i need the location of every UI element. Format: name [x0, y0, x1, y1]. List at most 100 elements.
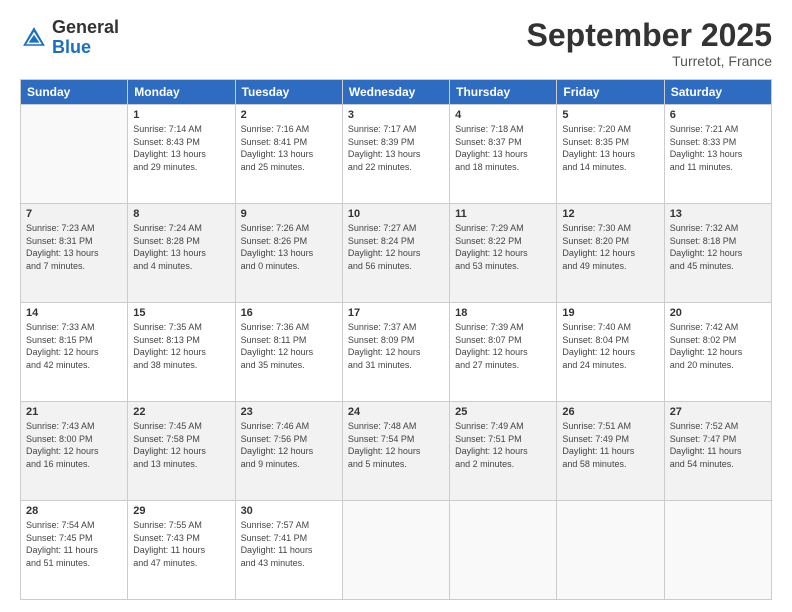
- day-number: 15: [133, 307, 229, 319]
- day-number: 20: [670, 307, 766, 319]
- day-number: 4: [455, 109, 551, 121]
- day-number: 9: [241, 208, 337, 220]
- day-info: Sunrise: 7:17 AM Sunset: 8:39 PM Dayligh…: [348, 123, 444, 173]
- day-info: Sunrise: 7:48 AM Sunset: 7:54 PM Dayligh…: [348, 420, 444, 470]
- day-info: Sunrise: 7:51 AM Sunset: 7:49 PM Dayligh…: [562, 420, 658, 470]
- day-info: Sunrise: 7:20 AM Sunset: 8:35 PM Dayligh…: [562, 123, 658, 173]
- logo-icon: [20, 24, 48, 52]
- day-info: Sunrise: 7:14 AM Sunset: 8:43 PM Dayligh…: [133, 123, 229, 173]
- day-cell: 4Sunrise: 7:18 AM Sunset: 8:37 PM Daylig…: [450, 105, 557, 204]
- logo-blue-text: Blue: [52, 37, 91, 57]
- week-row-3: 14 Sunrise: 7:33 AM Sunset: 8:15 PM Dayli…: [21, 303, 772, 402]
- day-cell: 12 Sunrise: 7:30 AM Sunset: 8:20 PM Dayli…: [557, 204, 664, 303]
- day-number: 29: [133, 505, 229, 517]
- day-number: 6: [670, 109, 766, 121]
- logo-general-text: General: [52, 17, 119, 37]
- day-cell: 22 Sunrise: 7:45 AM Sunset: 7:58 PM Dayli…: [128, 402, 235, 501]
- day-cell: 6 Sunrise: 7:21 AM Sunset: 8:33 PM Daylig…: [664, 105, 771, 204]
- day-number: 19: [562, 307, 658, 319]
- day-info: Sunrise: 7:52 AM Sunset: 7:47 PM Dayligh…: [670, 420, 766, 470]
- col-header-wednesday: Wednesday: [342, 80, 449, 105]
- week-row-2: 7 Sunrise: 7:23 AM Sunset: 8:31 PM Daylig…: [21, 204, 772, 303]
- day-cell: 7 Sunrise: 7:23 AM Sunset: 8:31 PM Daylig…: [21, 204, 128, 303]
- calendar-table: SundayMondayTuesdayWednesdayThursdayFrid…: [20, 79, 772, 600]
- day-info: Sunrise: 7:27 AM Sunset: 8:24 PM Dayligh…: [348, 222, 444, 272]
- day-number: 26: [562, 406, 658, 418]
- day-number: 23: [241, 406, 337, 418]
- day-info: Sunrise: 7:16 AM Sunset: 8:41 PM Dayligh…: [241, 123, 337, 173]
- col-header-tuesday: Tuesday: [235, 80, 342, 105]
- col-header-sunday: Sunday: [21, 80, 128, 105]
- day-cell: 1 Sunrise: 7:14 AM Sunset: 8:43 PM Daylig…: [128, 105, 235, 204]
- day-number: 5: [562, 109, 658, 121]
- day-cell: 20 Sunrise: 7:42 AM Sunset: 8:02 PM Dayli…: [664, 303, 771, 402]
- day-info: Sunrise: 7:33 AM Sunset: 8:15 PM Dayligh…: [26, 321, 122, 371]
- page: General Blue September 2025 Turretot, Fr…: [0, 0, 792, 612]
- day-number: 24: [348, 406, 444, 418]
- day-info: Sunrise: 7:30 AM Sunset: 8:20 PM Dayligh…: [562, 222, 658, 272]
- day-info: Sunrise: 7:21 AM Sunset: 8:33 PM Dayligh…: [670, 123, 766, 173]
- day-cell: 15 Sunrise: 7:35 AM Sunset: 8:13 PM Dayli…: [128, 303, 235, 402]
- location-subtitle: Turretot, France: [527, 53, 772, 69]
- day-cell: 24 Sunrise: 7:48 AM Sunset: 7:54 PM Dayli…: [342, 402, 449, 501]
- day-info: Sunrise: 7:24 AM Sunset: 8:28 PM Dayligh…: [133, 222, 229, 272]
- day-info: Sunrise: 7:23 AM Sunset: 8:31 PM Dayligh…: [26, 222, 122, 272]
- day-info: Sunrise: 7:54 AM Sunset: 7:45 PM Dayligh…: [26, 519, 122, 569]
- header: General Blue September 2025 Turretot, Fr…: [20, 18, 772, 69]
- day-cell: 9 Sunrise: 7:26 AM Sunset: 8:26 PM Daylig…: [235, 204, 342, 303]
- day-number: 1: [133, 109, 229, 121]
- title-block: September 2025 Turretot, France: [527, 18, 772, 69]
- col-header-thursday: Thursday: [450, 80, 557, 105]
- week-row-4: 21Sunrise: 7:43 AM Sunset: 8:00 PM Dayli…: [21, 402, 772, 501]
- day-cell: [21, 105, 128, 204]
- day-cell: 11Sunrise: 7:29 AM Sunset: 8:22 PM Dayli…: [450, 204, 557, 303]
- day-cell: 19 Sunrise: 7:40 AM Sunset: 8:04 PM Dayli…: [557, 303, 664, 402]
- day-number: 25: [455, 406, 551, 418]
- day-number: 11: [455, 208, 551, 220]
- day-number: 28: [26, 505, 122, 517]
- day-cell: 8Sunrise: 7:24 AM Sunset: 8:28 PM Daylig…: [128, 204, 235, 303]
- week-row-1: 1 Sunrise: 7:14 AM Sunset: 8:43 PM Daylig…: [21, 105, 772, 204]
- day-cell: 2 Sunrise: 7:16 AM Sunset: 8:41 PM Daylig…: [235, 105, 342, 204]
- logo-text: General Blue: [52, 18, 119, 58]
- day-cell: [342, 501, 449, 600]
- day-cell: 28 Sunrise: 7:54 AM Sunset: 7:45 PM Dayli…: [21, 501, 128, 600]
- day-cell: 27Sunrise: 7:52 AM Sunset: 7:47 PM Dayli…: [664, 402, 771, 501]
- day-cell: 30Sunrise: 7:57 AM Sunset: 7:41 PM Dayli…: [235, 501, 342, 600]
- day-cell: 21Sunrise: 7:43 AM Sunset: 8:00 PM Dayli…: [21, 402, 128, 501]
- day-info: Sunrise: 7:49 AM Sunset: 7:51 PM Dayligh…: [455, 420, 551, 470]
- day-number: 30: [241, 505, 337, 517]
- day-cell: [450, 501, 557, 600]
- week-row-5: 28 Sunrise: 7:54 AM Sunset: 7:45 PM Dayli…: [21, 501, 772, 600]
- day-number: 18: [455, 307, 551, 319]
- day-cell: 13 Sunrise: 7:32 AM Sunset: 8:18 PM Dayli…: [664, 204, 771, 303]
- day-number: 14: [26, 307, 122, 319]
- day-info: Sunrise: 7:42 AM Sunset: 8:02 PM Dayligh…: [670, 321, 766, 371]
- day-info: Sunrise: 7:26 AM Sunset: 8:26 PM Dayligh…: [241, 222, 337, 272]
- day-number: 21: [26, 406, 122, 418]
- day-number: 22: [133, 406, 229, 418]
- day-number: 12: [562, 208, 658, 220]
- day-info: Sunrise: 7:45 AM Sunset: 7:58 PM Dayligh…: [133, 420, 229, 470]
- day-info: Sunrise: 7:39 AM Sunset: 8:07 PM Dayligh…: [455, 321, 551, 371]
- day-info: Sunrise: 7:40 AM Sunset: 8:04 PM Dayligh…: [562, 321, 658, 371]
- day-info: Sunrise: 7:35 AM Sunset: 8:13 PM Dayligh…: [133, 321, 229, 371]
- day-info: Sunrise: 7:36 AM Sunset: 8:11 PM Dayligh…: [241, 321, 337, 371]
- day-cell: 17Sunrise: 7:37 AM Sunset: 8:09 PM Dayli…: [342, 303, 449, 402]
- day-cell: 5 Sunrise: 7:20 AM Sunset: 8:35 PM Daylig…: [557, 105, 664, 204]
- day-cell: 25 Sunrise: 7:49 AM Sunset: 7:51 PM Dayli…: [450, 402, 557, 501]
- day-number: 7: [26, 208, 122, 220]
- day-cell: 3Sunrise: 7:17 AM Sunset: 8:39 PM Daylig…: [342, 105, 449, 204]
- day-cell: 14 Sunrise: 7:33 AM Sunset: 8:15 PM Dayli…: [21, 303, 128, 402]
- day-cell: 23Sunrise: 7:46 AM Sunset: 7:56 PM Dayli…: [235, 402, 342, 501]
- logo: General Blue: [20, 18, 119, 58]
- day-number: 17: [348, 307, 444, 319]
- col-header-monday: Monday: [128, 80, 235, 105]
- month-title: September 2025: [527, 18, 772, 53]
- day-info: Sunrise: 7:32 AM Sunset: 8:18 PM Dayligh…: [670, 222, 766, 272]
- day-cell: 16Sunrise: 7:36 AM Sunset: 8:11 PM Dayli…: [235, 303, 342, 402]
- col-header-saturday: Saturday: [664, 80, 771, 105]
- day-number: 13: [670, 208, 766, 220]
- day-number: 2: [241, 109, 337, 121]
- col-header-friday: Friday: [557, 80, 664, 105]
